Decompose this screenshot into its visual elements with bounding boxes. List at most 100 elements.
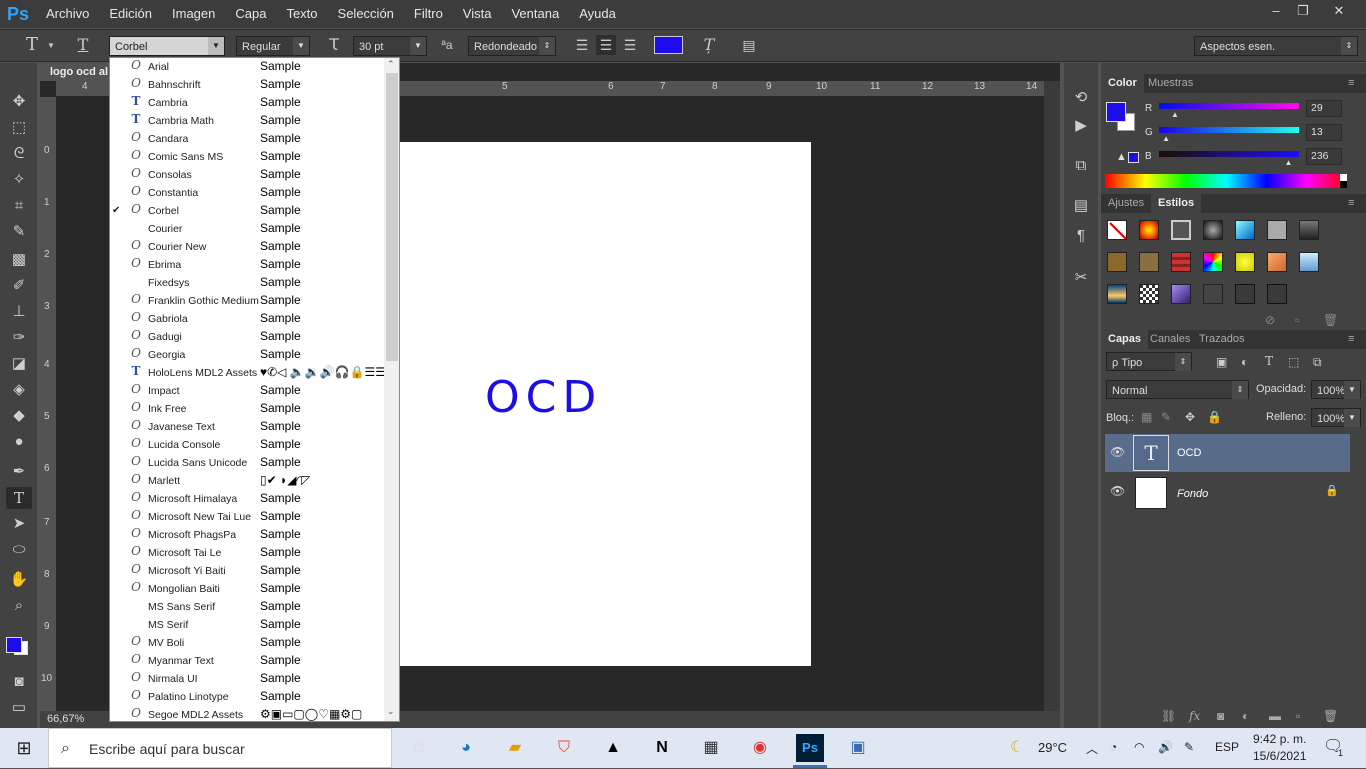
style-swatch[interactable] <box>1139 252 1159 272</box>
font-list-item[interactable]: O Microsoft Himalaya Sample <box>110 490 384 508</box>
dodge-tool-icon[interactable]: ● <box>6 431 32 453</box>
clear-style-icon[interactable]: ⊘ <box>1265 313 1275 327</box>
style-swatch-selected[interactable] <box>1171 220 1191 240</box>
font-list-item[interactable]: Courier Sample <box>110 220 384 238</box>
document-canvas[interactable] <box>398 142 811 666</box>
move-tool-icon[interactable]: ✥ <box>6 91 32 113</box>
history-brush-tool-icon[interactable]: ✑ <box>6 327 32 349</box>
align-left-icon[interactable]: ☰ <box>572 35 592 55</box>
lock-pixels-icon[interactable]: ✎ <box>1161 410 1171 424</box>
app-n-icon[interactable]: N <box>650 736 674 760</box>
windows-start-icon[interactable]: ⊞ <box>12 736 36 760</box>
font-size-select[interactable]: 30 pt ▼ <box>353 36 427 56</box>
clock-time[interactable]: 9:42 p. m. <box>1253 732 1306 746</box>
font-list-item[interactable]: O Ink Free Sample <box>110 400 384 418</box>
photoshop-taskbar-icon[interactable]: Ps <box>796 734 824 762</box>
font-list-item[interactable]: O Mongolian Baiti Sample <box>110 580 384 598</box>
restore-button[interactable]: ❐ <box>1289 2 1317 20</box>
style-swatch[interactable] <box>1267 284 1287 304</box>
color-spectrum-bar[interactable] <box>1105 174 1347 188</box>
color-foreground-swatch[interactable] <box>1106 102 1126 122</box>
eyedropper-tool-icon[interactable]: ✎ <box>6 221 32 243</box>
font-list-item[interactable]: Fixedsys Sample <box>110 274 384 292</box>
web-color-swatch[interactable] <box>1128 152 1139 163</box>
font-list-item[interactable]: T Cambria Math Sample <box>110 112 384 130</box>
layer-filter-select[interactable]: ρ Tipo ⇕ <box>1106 352 1192 371</box>
font-family-select[interactable]: Corbel ▼ <box>109 36 225 56</box>
new-style-icon[interactable]: ▫ <box>1295 313 1299 327</box>
opacity-input[interactable]: 100% ▼ <box>1311 380 1361 399</box>
b-slider[interactable] <box>1159 151 1299 157</box>
actions-panel-icon[interactable]: ▶ <box>1068 115 1094 137</box>
chevron-up-icon[interactable]: ︿ <box>1086 740 1098 757</box>
lasso-tool-icon[interactable]: ᘓ <box>6 143 32 165</box>
document-scrollbar[interactable] <box>1044 81 1060 711</box>
weather-temp[interactable]: 29°C <box>1038 740 1067 755</box>
tab-estilos[interactable]: Estilos <box>1151 194 1202 213</box>
brave-browser-icon[interactable]: ⛉ <box>552 736 576 760</box>
panel-menu-icon[interactable]: ≡ <box>1341 330 1361 349</box>
tab-capas[interactable]: Capas <box>1101 330 1149 349</box>
layer-effects-icon[interactable]: fx <box>1189 709 1200 723</box>
font-list-item[interactable]: O Microsoft Tai Le Sample <box>110 544 384 562</box>
font-list-item[interactable]: O Microsoft PhagsPa Sample <box>110 526 384 544</box>
language-indicator[interactable]: ESP <box>1215 740 1239 754</box>
menu-vista[interactable]: Vista <box>453 0 502 28</box>
font-list-item[interactable]: O Comic Sans MS Sample <box>110 148 384 166</box>
foreground-color-swatch[interactable] <box>6 637 22 653</box>
font-list-item[interactable]: O Palatino Linotype Sample <box>110 688 384 706</box>
file-explorer-icon[interactable]: ▰ <box>503 736 527 760</box>
character-panel-icon[interactable]: ▤ <box>738 35 760 55</box>
font-list-item[interactable]: O Courier New Sample <box>110 238 384 256</box>
minimize-button[interactable]: ‒ <box>1262 2 1290 20</box>
chrome-browser-icon[interactable]: ◉ <box>748 736 772 760</box>
font-list-item[interactable]: O Gadugi Sample <box>110 328 384 346</box>
panel-menu-icon[interactable]: ≡ <box>1341 194 1361 213</box>
style-swatch[interactable] <box>1107 252 1127 272</box>
menu-edicion[interactable]: Edición <box>99 0 162 28</box>
font-list-item[interactable]: O Nirmala UI Sample <box>110 670 384 688</box>
pen-icon[interactable]: ✎ <box>1184 740 1194 754</box>
font-list-item[interactable]: O Segoe MDL2 Assets ⚙▣▭▢◯♡▦⚙▢ <box>110 706 384 721</box>
font-list-item[interactable]: O Impact Sample <box>110 382 384 400</box>
menu-capa[interactable]: Capa <box>225 0 276 28</box>
blur-tool-icon[interactable]: ◆ <box>6 405 32 427</box>
volume-icon[interactable]: 🔊 <box>1158 740 1173 754</box>
brush-tool-icon[interactable]: ✐ <box>6 275 32 297</box>
crop-tool-icon[interactable]: ⌗ <box>6 195 32 217</box>
antialias-select[interactable]: Redondeado ⇕ <box>468 36 556 56</box>
eraser-tool-icon[interactable]: ◪ <box>6 353 32 375</box>
quick-mask-icon[interactable]: ◙ <box>6 671 32 693</box>
style-swatch[interactable] <box>1107 284 1127 304</box>
font-list-item[interactable]: O Bahnschrift Sample <box>110 76 384 94</box>
blend-mode-select[interactable]: Normal ⇕ <box>1106 380 1249 399</box>
style-swatch[interactable] <box>1235 220 1255 240</box>
menu-archivo[interactable]: Archivo <box>36 0 99 28</box>
workspace-select[interactable]: Aspectos esen. ⇕ <box>1194 36 1358 56</box>
link-layers-icon[interactable]: ⛓ <box>1161 709 1176 723</box>
magic-wand-tool-icon[interactable]: ✧ <box>6 169 32 191</box>
new-group-icon[interactable]: ▬ <box>1269 709 1281 723</box>
screen-mode-icon[interactable]: ▭ <box>6 697 32 719</box>
font-list-item[interactable]: O Candara Sample <box>110 130 384 148</box>
image-viewer-icon[interactable]: ▣ <box>846 736 870 760</box>
font-list-item[interactable]: O Microsoft Yi Baiti Sample <box>110 562 384 580</box>
task-view-icon[interactable]: ⧉ <box>406 736 430 760</box>
g-slider[interactable] <box>1159 127 1299 133</box>
stamp-tool-icon[interactable]: ⊥ <box>6 301 32 323</box>
style-swatch[interactable] <box>1267 252 1287 272</box>
type-tool-icon[interactable]: T <box>6 487 32 509</box>
add-mask-icon[interactable]: ◙ <box>1217 709 1224 723</box>
visibility-eye-icon[interactable]: 👁 <box>1110 484 1125 498</box>
b-value[interactable]: 236 <box>1306 148 1342 165</box>
b-thumb[interactable]: ▲ <box>1285 158 1293 167</box>
font-list-item[interactable]: O Myanmar Text Sample <box>110 652 384 670</box>
font-list-item[interactable]: O Gabriola Sample <box>110 310 384 328</box>
delete-style-icon[interactable]: 🗑 <box>1323 313 1338 327</box>
clock-date[interactable]: 15/6/2021 <box>1253 749 1306 763</box>
adjustment-layer-icon[interactable]: ◐ <box>1242 709 1249 723</box>
zoom-tool-icon[interactable]: ⌕ <box>6 595 32 617</box>
tool-presets-icon[interactable]: ✂ <box>1068 267 1094 289</box>
taskbar-search-input[interactable]: ⌕ Escribe aquí para buscar <box>48 728 392 768</box>
ellipse-tool-icon[interactable]: ⬭ <box>6 539 32 561</box>
